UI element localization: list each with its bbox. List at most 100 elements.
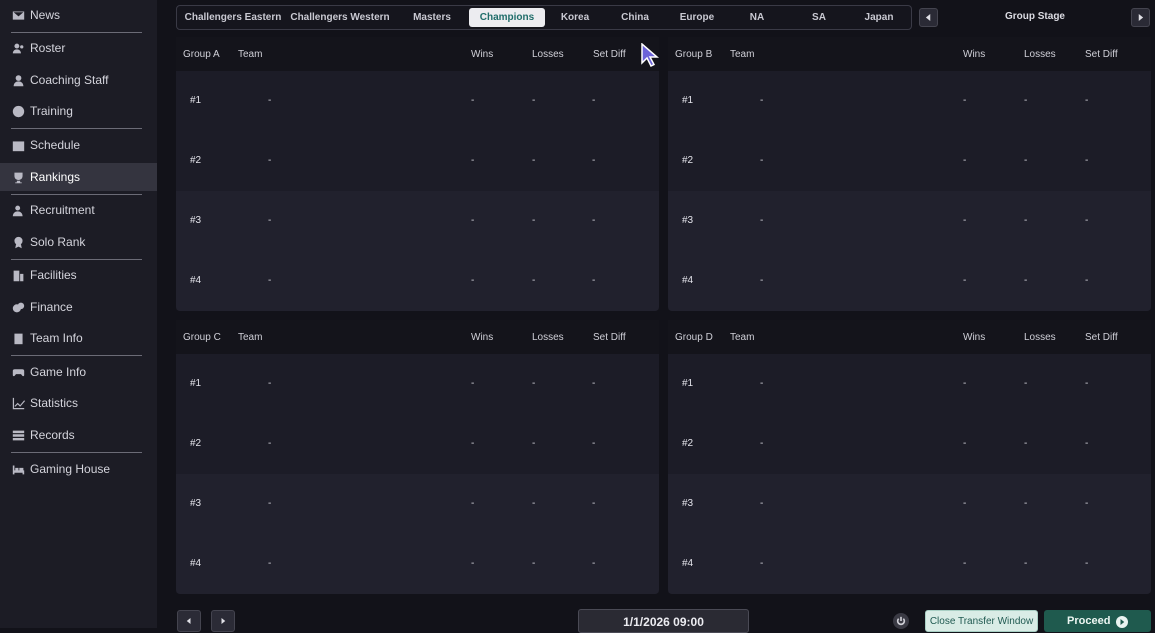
team-cell: -	[760, 275, 764, 286]
table-row: #2 - - - -	[176, 414, 659, 474]
bed-icon	[11, 462, 25, 476]
stage-label: Group Stage	[1004, 11, 1065, 22]
sidebar-item-records[interactable]: Records	[0, 421, 157, 449]
sidebar-divider	[11, 194, 142, 195]
page-prev-button[interactable]	[177, 610, 201, 632]
tab-challengers-eastern[interactable]: Challengers Eastern	[182, 8, 284, 27]
sidebar-item-roster[interactable]: Roster	[0, 34, 157, 62]
set-diff-cell: -	[1085, 438, 1089, 449]
losses-cell: -	[532, 438, 536, 449]
sidebar-item-label: Statistics	[30, 396, 79, 410]
set-diff-cell: -	[1085, 155, 1089, 166]
tab-japan[interactable]: Japan	[851, 8, 907, 27]
sidebar-divider	[11, 452, 142, 453]
sidebar-item-training[interactable]: Training	[0, 97, 157, 125]
close-transfer-window-button[interactable]: Close Transfer Window	[925, 610, 1038, 632]
wins-cell: -	[963, 215, 967, 226]
table-row: #4 - - - -	[176, 534, 659, 594]
sidebar-item-coaching-staff[interactable]: Coaching Staff	[0, 66, 157, 94]
losses-cell: -	[532, 95, 536, 106]
table-row: #1 - - - -	[176, 71, 659, 131]
sidebar-item-recruitment[interactable]: Recruitment	[0, 196, 157, 224]
sidebar-item-gaming-house[interactable]: Gaming House	[0, 455, 157, 483]
tab-sa[interactable]: SA	[795, 8, 843, 27]
wins-cell: -	[963, 275, 967, 286]
power-button[interactable]	[893, 613, 909, 629]
sidebar-item-news[interactable]: News	[0, 1, 157, 29]
group-c-panel: Group C Team Wins Losses Set Diff #1 - -…	[176, 320, 659, 594]
table-header: Group A Team Wins Losses Set Diff	[176, 37, 659, 71]
tab-korea[interactable]: Korea	[547, 8, 603, 27]
tab-china[interactable]: China	[607, 8, 663, 27]
sidebar-item-statistics[interactable]: Statistics	[0, 389, 157, 417]
wins-cell: -	[471, 215, 475, 226]
sidebar-item-rankings[interactable]: Rankings	[0, 163, 157, 191]
table-row: #3 - - - -	[668, 191, 1151, 251]
col-wins: Wins	[471, 49, 494, 60]
rank: #3	[682, 498, 694, 509]
tab-masters[interactable]: Masters	[399, 8, 465, 27]
sidebar-item-facilities[interactable]: Facilities	[0, 261, 157, 289]
sidebar-item-solo-rank[interactable]: Solo Rank	[0, 228, 157, 256]
team-cell: -	[760, 498, 764, 509]
sidebar-item-game-info[interactable]: Game Info	[0, 358, 157, 386]
caret-right-icon	[221, 618, 226, 624]
tab-challengers-western[interactable]: Challengers Western	[287, 8, 393, 27]
people-icon	[11, 41, 25, 55]
rank: #1	[682, 378, 694, 389]
region-tabs: Challengers Eastern Challengers Western …	[176, 5, 912, 30]
col-set-diff: Set Diff	[593, 49, 626, 60]
losses-cell: -	[1024, 438, 1028, 449]
set-diff-cell: -	[592, 215, 596, 226]
group-b-panel: Group B Team Wins Losses Set Diff #1 - -…	[668, 37, 1151, 311]
stage-next-button[interactable]	[1131, 8, 1150, 27]
tab-na[interactable]: NA	[733, 8, 781, 27]
sidebar-item-label: Game Info	[30, 365, 87, 379]
rank: #2	[682, 155, 694, 166]
sidebar-item-label: Coaching Staff	[30, 73, 109, 87]
trophy-icon	[11, 170, 25, 184]
caret-left-icon	[925, 14, 931, 21]
wins-cell: -	[471, 558, 475, 569]
sidebar-item-label: Rankings	[30, 170, 81, 184]
wins-cell: -	[471, 275, 475, 286]
rank: #1	[682, 95, 694, 106]
sidebar-divider	[11, 128, 142, 129]
sidebar-item-label: Gaming House	[30, 462, 111, 476]
table-row: #4 - - - -	[668, 534, 1151, 594]
stage-prev-button[interactable]	[919, 8, 938, 27]
sidebar-item-schedule[interactable]: Schedule	[0, 131, 157, 159]
losses-cell: -	[1024, 378, 1028, 389]
col-losses: Losses	[532, 49, 564, 60]
wins-cell: -	[963, 498, 967, 509]
sidebar-item-label: Roster	[30, 41, 66, 55]
line-chart-icon	[11, 396, 25, 410]
set-diff-cell: -	[1085, 215, 1089, 226]
wins-cell: -	[963, 95, 967, 106]
sidebar-item-label: Training	[30, 104, 73, 118]
proceed-button[interactable]: Proceed	[1044, 610, 1151, 632]
losses-cell: -	[1024, 275, 1028, 286]
table-row: #1 - - - -	[668, 354, 1151, 414]
tab-champions[interactable]: Champions	[469, 8, 545, 27]
sidebar-item-team-info[interactable]: Team Info	[0, 324, 157, 352]
set-diff-cell: -	[592, 438, 596, 449]
caret-left-icon	[186, 618, 191, 624]
col-losses: Losses	[1024, 332, 1056, 343]
sidebar-item-finance[interactable]: Finance	[0, 293, 157, 321]
table-header: Group D Team Wins Losses Set Diff	[668, 320, 1151, 354]
rank: #4	[190, 558, 202, 569]
col-losses: Losses	[532, 332, 564, 343]
set-diff-cell: -	[1085, 498, 1089, 509]
group-a-panel: Group A Team Wins Losses Set Diff #1 - -…	[176, 37, 659, 311]
coins-icon	[11, 300, 25, 314]
group-d-panel: Group D Team Wins Losses Set Diff #1 - -…	[668, 320, 1151, 594]
group-name: Group B	[675, 49, 713, 60]
rank: #4	[190, 275, 202, 286]
col-team: Team	[730, 332, 755, 343]
proceed-label: Proceed	[1067, 615, 1111, 627]
soccer-ball-icon	[11, 104, 25, 118]
team-cell: -	[760, 215, 764, 226]
tab-europe[interactable]: Europe	[667, 8, 727, 27]
page-next-button[interactable]	[211, 610, 235, 632]
